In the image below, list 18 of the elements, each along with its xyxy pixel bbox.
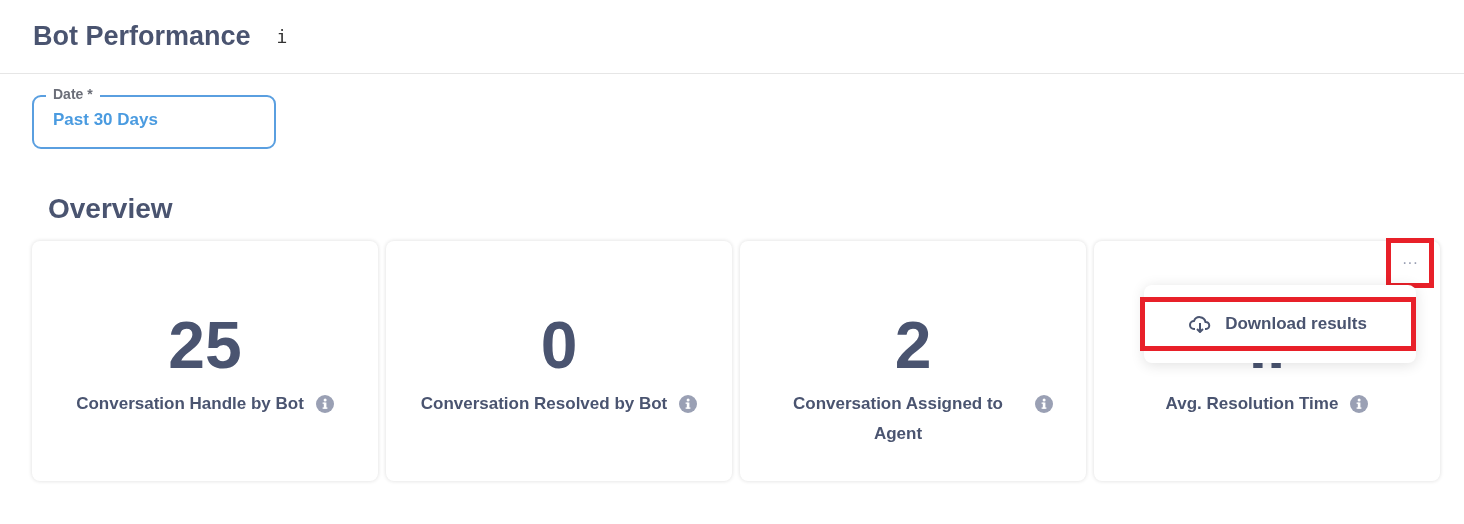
stat-value: 0 (540, 307, 578, 384)
info-icon[interactable] (315, 395, 334, 413)
section-title: Overview (48, 193, 174, 225)
stat-label: Conversation Resolved by Bot (420, 393, 668, 415)
stat-value: 2 (894, 307, 932, 384)
cloud-download-icon (1189, 315, 1212, 333)
info-icon[interactable] (679, 395, 698, 413)
date-field[interactable]: Date * Past 30 Days (32, 85, 276, 149)
page-title: Bot Performance (33, 21, 251, 52)
info-button[interactable]: i (276, 26, 288, 47)
stat-label: Conversation Handle by Bot (76, 393, 304, 415)
stat-label: Avg. Resolution Time (1165, 393, 1339, 415)
stat-value: 25 (168, 307, 242, 384)
menu-item[interactable]: Download results (1140, 297, 1416, 351)
info-icon[interactable] (1035, 395, 1053, 413)
stat-label: Conversation Assigned to Agent (792, 393, 1004, 445)
info-icon[interactable] (1350, 395, 1369, 413)
field-value: Past 30 Days (53, 110, 158, 129)
